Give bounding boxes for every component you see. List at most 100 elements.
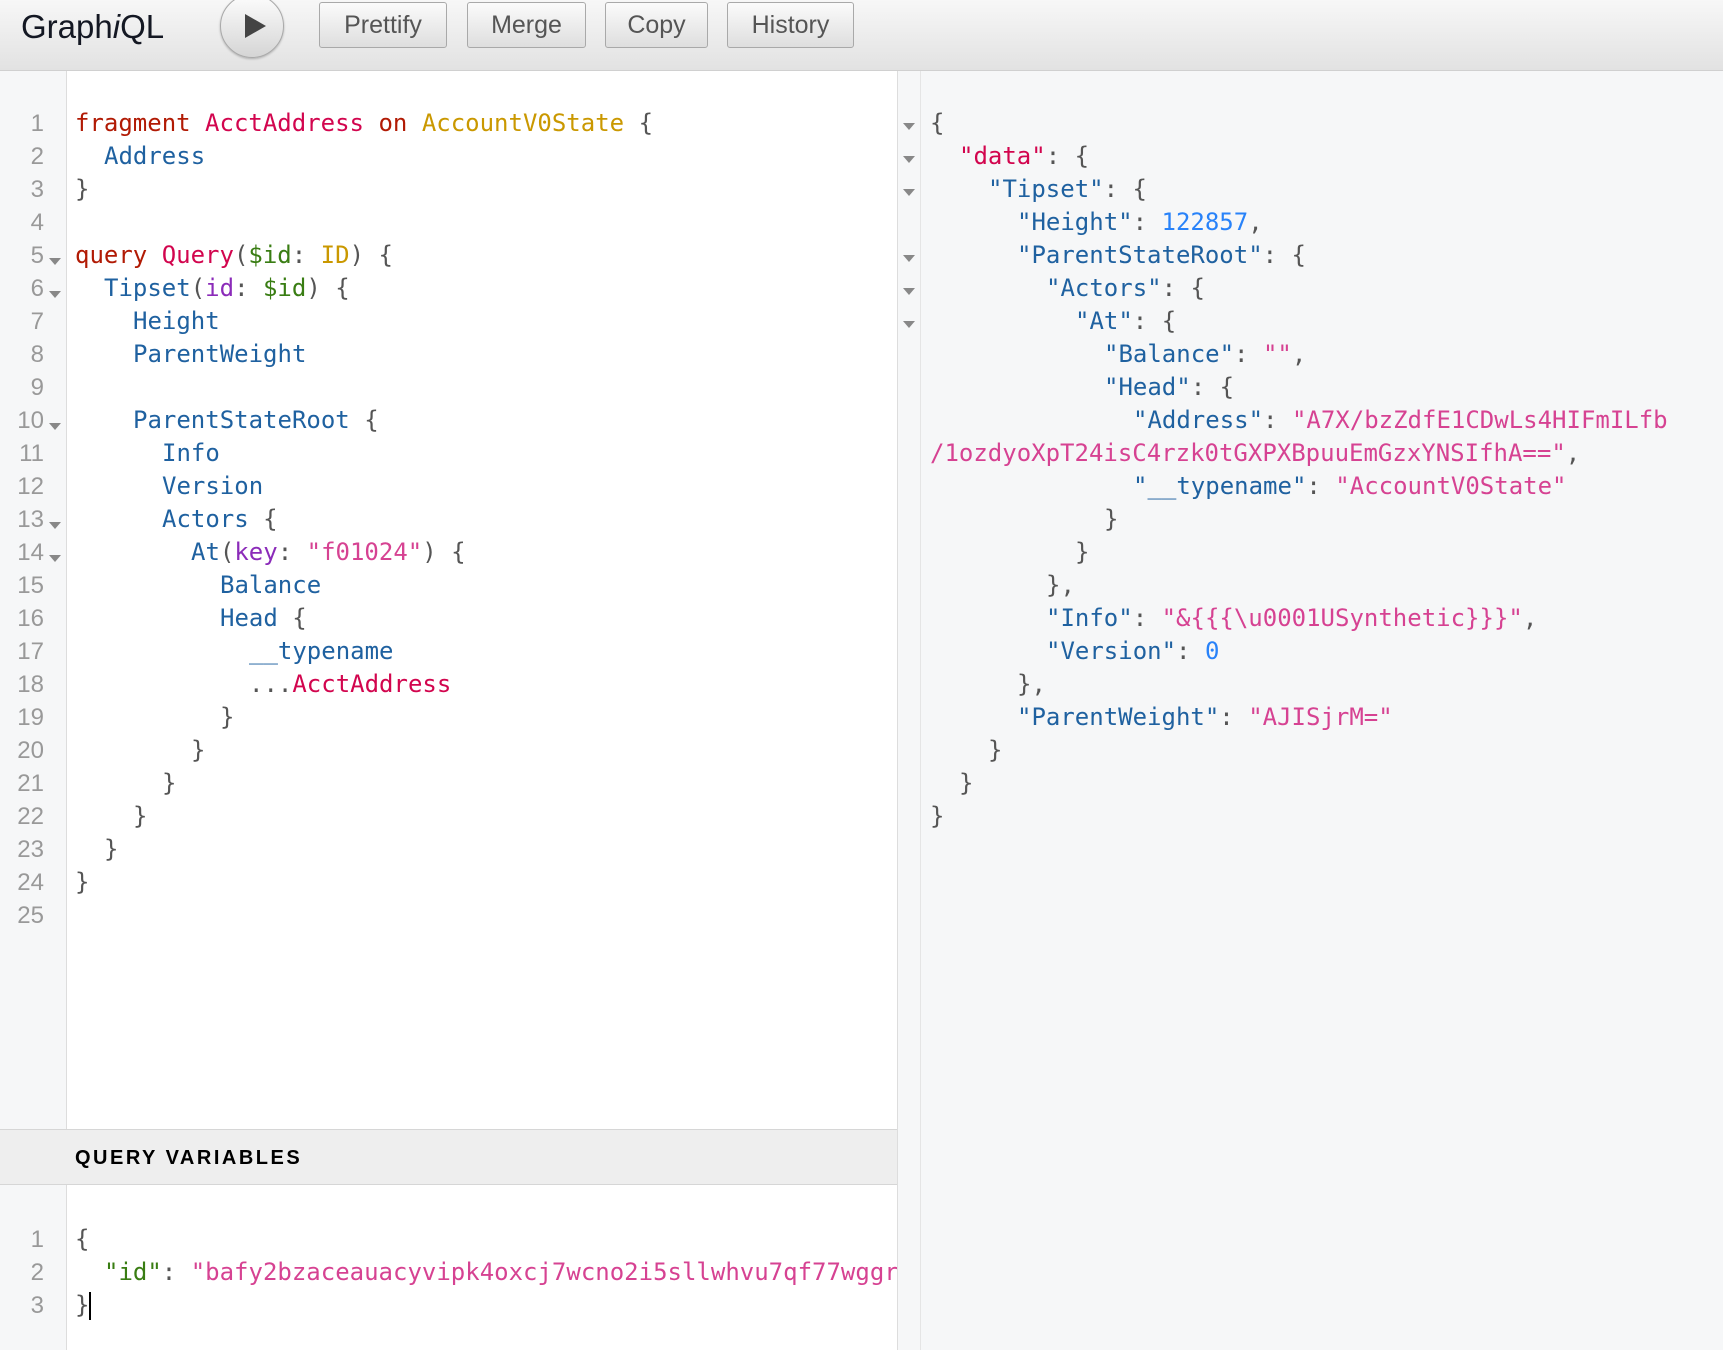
code-line: "ParentStateRoot": {	[1017, 241, 1306, 269]
execute-query-button[interactable]	[220, 0, 284, 58]
fold-toggle-icon[interactable]	[903, 156, 915, 163]
code-line: "data": {	[959, 142, 1090, 170]
code-line: "At": {	[1075, 307, 1177, 335]
line-number: 1	[30, 110, 44, 137]
code-line: query Query($id: ID) {	[75, 241, 393, 269]
code-line: "id": "bafy2bzaceauacyvipk4oxcj7wcno2i5s…	[104, 1258, 897, 1286]
line-number: 8	[30, 341, 44, 368]
code-line: Tipset(id: $id) {	[104, 274, 350, 302]
fold-toggle-icon[interactable]	[903, 255, 915, 262]
fold-toggle-icon[interactable]	[903, 123, 915, 130]
play-icon	[245, 14, 266, 38]
code-line: ...AcctAddress	[249, 670, 452, 698]
line-number: 11	[19, 440, 44, 467]
line-number: 12	[17, 473, 44, 500]
code-line: Address	[104, 142, 206, 170]
code-line: }	[1104, 505, 1119, 533]
code-line: {	[930, 109, 945, 137]
line-number: 20	[17, 737, 44, 764]
line-number: 2	[30, 1259, 44, 1286]
code-line: "Balance": "",	[1104, 340, 1307, 368]
line-number: 21	[17, 770, 44, 797]
code-line: }	[162, 769, 177, 797]
query-editor[interactable]: 1 2 3 4 5 6 7 8 9 10 11 12 13 14 15 16 1…	[0, 71, 897, 1129]
query-variables-editor[interactable]: 1 2 3 { "id": "bafy2bzaceauacyvipk4oxcj7…	[0, 1185, 897, 1350]
line-number: 25	[17, 902, 44, 929]
fold-toggle-icon[interactable]	[49, 291, 61, 298]
code-line: "Version": 0	[1046, 637, 1220, 665]
code-line: /1ozdyoXpT24isC4rzk0tGXPXBpuuEmGzxYNSIfh…	[930, 439, 1581, 467]
code-line: {	[75, 1225, 90, 1253]
code-line: },	[1017, 670, 1046, 698]
line-number: 19	[17, 704, 44, 731]
line-number: 13	[17, 506, 44, 533]
code-line: }	[930, 802, 945, 830]
fold-toggle-icon[interactable]	[49, 555, 61, 562]
line-number: 22	[17, 803, 44, 830]
code-line: }	[104, 835, 119, 863]
code-line: ParentStateRoot {	[133, 406, 379, 434]
code-line: }	[988, 736, 1003, 764]
code-line: __typename	[249, 637, 394, 665]
code-line: "Actors": {	[1046, 274, 1205, 302]
code-line: }	[959, 769, 974, 797]
fold-toggle-icon[interactable]	[49, 522, 61, 529]
prettify-button[interactable]: Prettify	[319, 2, 447, 48]
code-line: Info	[162, 439, 220, 467]
result-viewer: { "data": { "Tipset": { "Height": 122857…	[921, 71, 1723, 1350]
code-line: }	[191, 736, 206, 764]
line-number: 4	[30, 209, 44, 236]
line-number: 6	[30, 275, 44, 302]
code-line: "Info": "&{{{\u0001USynthetic}}}",	[1046, 604, 1538, 632]
code-line: }	[1075, 538, 1090, 566]
line-number: 15	[17, 572, 44, 599]
fold-toggle-icon[interactable]	[903, 321, 915, 328]
code-line: Version	[162, 472, 264, 500]
text-cursor	[89, 1292, 92, 1320]
line-number: 16	[17, 605, 44, 632]
code-line: "ParentWeight": "AJISjrM="	[1017, 703, 1393, 731]
code-line: "Address": "A7X/bzZdfE1CDwLs4HIFmILfb	[1133, 406, 1668, 434]
history-button[interactable]: History	[727, 2, 854, 48]
line-number: 5	[30, 242, 44, 269]
line-number: 9	[30, 374, 44, 401]
code-line: }	[75, 868, 90, 896]
line-number: 1	[30, 1226, 44, 1253]
code-line: ParentWeight	[133, 340, 307, 368]
line-number: 2	[30, 143, 44, 170]
code-line: }	[75, 1291, 92, 1320]
line-number: 18	[17, 671, 44, 698]
line-number: 23	[17, 836, 44, 863]
line-number: 3	[30, 1292, 44, 1319]
code-line: fragment AcctAddress on AccountV0State {	[75, 109, 654, 137]
code-line: At(key: "f01024") {	[191, 538, 466, 566]
merge-button[interactable]: Merge	[467, 2, 586, 48]
fold-toggle-icon[interactable]	[49, 258, 61, 265]
line-number: 3	[30, 176, 44, 203]
line-number: 17	[17, 638, 44, 665]
app-title: GraphiQL	[21, 8, 165, 45]
line-number: 10	[17, 407, 44, 434]
code-line: },	[1046, 571, 1075, 599]
code-line: "Tipset": {	[988, 175, 1147, 203]
code-line: "Head": {	[1104, 373, 1235, 401]
code-line: Balance	[220, 571, 322, 599]
pane-divider[interactable]	[897, 71, 921, 1350]
code-line: Head {	[220, 604, 307, 632]
fold-toggle-icon[interactable]	[903, 288, 915, 295]
code-line: }	[75, 175, 90, 203]
code-line: "__typename": "AccountV0State"	[1133, 472, 1567, 500]
code-line: }	[133, 802, 148, 830]
line-number: 14	[17, 539, 44, 566]
line-number: 7	[30, 308, 44, 335]
fold-toggle-icon[interactable]	[903, 189, 915, 196]
code-line: }	[220, 703, 235, 731]
code-line: Actors {	[162, 505, 278, 533]
code-line: "Height": 122857,	[1017, 208, 1263, 236]
query-variables-title: QUERY VARIABLES	[75, 1147, 303, 1169]
copy-button[interactable]: Copy	[605, 2, 708, 48]
line-number: 24	[17, 869, 44, 896]
fold-toggle-icon[interactable]	[49, 423, 61, 430]
query-variables-header[interactable]: QUERY VARIABLES	[0, 1129, 897, 1185]
top-bar: GraphiQL Prettify Merge Copy History	[0, 0, 1723, 71]
